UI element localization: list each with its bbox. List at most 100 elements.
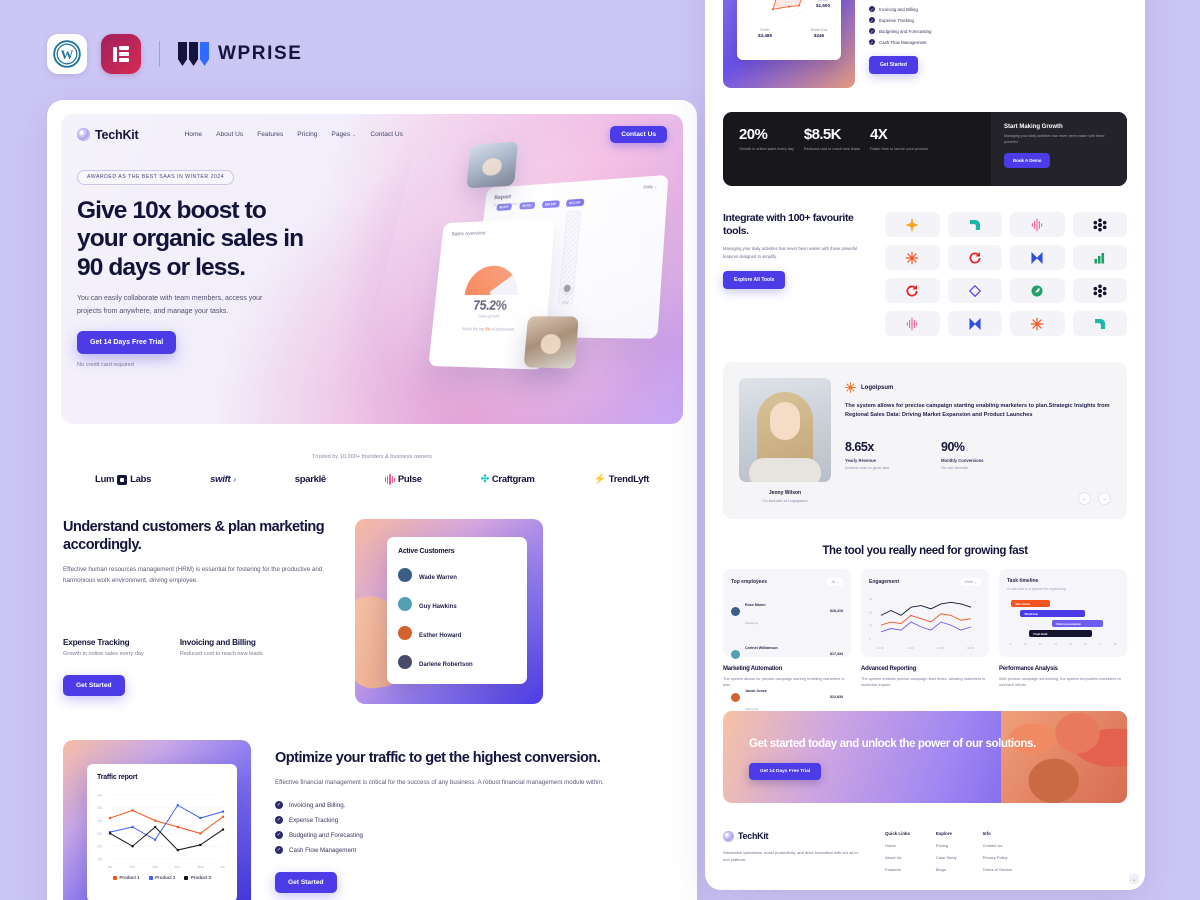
tool-title: Marketing Automation	[723, 666, 783, 672]
list-item[interactable]: Wade Warren	[398, 566, 516, 584]
pinterest-icon[interactable]: p	[755, 889, 764, 890]
logo-pulse: Pulse	[384, 474, 422, 485]
trusted-section: Trusted by 10,000+ founders & business o…	[47, 438, 697, 485]
tool-card-performance-analysis: Task timeline A calendar is a system for…	[999, 569, 1127, 689]
square-icon	[117, 474, 128, 485]
understand-section: Understand customers & plan marketing ac…	[47, 485, 697, 704]
stat-number: 20%	[739, 126, 768, 143]
integration-tile[interactable]	[947, 278, 1002, 303]
cta-trial-button[interactable]: Get 14 Days Free Trial	[749, 762, 822, 780]
footer-link[interactable]: Terms of Service	[983, 867, 1013, 872]
engagement-widget: Engagement Week ⌄ 90 60 30 0 10:00 11:00 01:00…	[861, 569, 989, 657]
prev-arrow-icon[interactable]: ←	[1078, 492, 1091, 505]
hero-paragraph: You can easily collaborate with team mem…	[77, 295, 263, 315]
footer-logo[interactable]: TechKit	[723, 830, 865, 842]
understand-cta-button[interactable]: Get Started	[63, 675, 125, 697]
footer-link[interactable]: Case Study	[936, 855, 957, 860]
check-icon: ✓	[275, 831, 283, 840]
site-logo[interactable]: TechKit	[77, 128, 139, 142]
footer-link[interactable]: Blogs	[936, 867, 957, 872]
tools-cards: Top employees All ⌄ Rose Maron Marketing …	[705, 557, 1145, 711]
integration-tile[interactable]	[885, 212, 940, 237]
footer-column-title: Quick Links	[885, 830, 910, 836]
nav-item-features[interactable]: Features	[257, 131, 283, 138]
nav-item-about[interactable]: About Us	[216, 131, 243, 138]
integration-tile[interactable]	[1010, 212, 1065, 237]
hero-section: TechKit Home About Us Features Pricing P…	[61, 114, 683, 424]
next-arrow-icon[interactable]: →	[1098, 492, 1111, 505]
wprise-logo-text: WPRISE	[218, 43, 303, 64]
gantt-bar: Client presentation	[1051, 620, 1104, 627]
footer-link[interactable]: Privacy Policy	[983, 855, 1013, 860]
hero-cta-button[interactable]: Get 14 Days Free Trial	[77, 330, 177, 354]
integration-tile[interactable]	[1072, 278, 1127, 303]
list-item[interactable]: Guy Hawkins	[398, 595, 516, 613]
tool-desc: The system enables precise campaign star…	[861, 676, 986, 688]
regions-cta-button[interactable]: Get Started	[869, 56, 918, 75]
radar-chart: Asia$1,400Africa$3,630Europe$1,600Middle…	[745, 0, 833, 52]
starburst-icon	[905, 251, 919, 264]
footer-link[interactable]: Pricing	[936, 843, 957, 848]
footer-link[interactable]: Features	[885, 867, 910, 872]
employee-name: Rose Maron	[745, 603, 766, 607]
scroll-indicator[interactable]: ⌄	[1129, 874, 1139, 884]
footer-link[interactable]: Home	[885, 843, 910, 848]
integration-tile[interactable]	[1010, 245, 1065, 270]
waveform-icon	[384, 474, 395, 485]
stat-desc: Faster time to launch your product	[870, 147, 928, 151]
integration-tile[interactable]	[1010, 278, 1065, 303]
x-icon[interactable]: 𝕏	[739, 889, 748, 890]
nav-contact-button[interactable]: Contact Us	[610, 126, 667, 143]
employee-name: Jacob Jones	[745, 689, 767, 693]
instagram-icon[interactable]: ▣	[771, 889, 780, 890]
integration-tile[interactable]	[1072, 245, 1127, 270]
widget-filter[interactable]: Week ⌄	[960, 578, 981, 586]
check-item: ✓ Cash Flow Management	[869, 39, 927, 46]
svg-text:May: May	[197, 865, 203, 869]
employee-row: Rose Maron Marketing $28,415	[731, 593, 843, 629]
nav-item-home[interactable]: Home	[185, 131, 203, 138]
traffic-title: Optimize your traffic to get the highest…	[275, 750, 601, 766]
site-navbar: TechKit Home About Us Features Pricing P…	[61, 114, 683, 143]
integration-tile[interactable]	[947, 311, 1002, 336]
footer-column-title: Explore	[935, 830, 952, 836]
traffic-cta-button[interactable]: Get Started	[275, 872, 337, 894]
employee-role: Marketing	[745, 621, 759, 625]
integration-tile[interactable]	[1010, 311, 1065, 336]
svg-text:600: 600	[97, 793, 103, 797]
check-icon: ✓	[869, 6, 875, 13]
list-item[interactable]: Esther Howard	[398, 624, 516, 642]
asterisk-node-icon	[1093, 284, 1107, 297]
widget-filter[interactable]: All ⌄	[827, 578, 843, 586]
footer-link[interactable]: About Us	[885, 855, 910, 860]
understand-copy: Understand customers & plan marketing ac…	[63, 519, 333, 704]
loop-arrow-icon	[969, 251, 981, 264]
radar-label: Europe $1,600	[815, 0, 831, 8]
check-item: ✓ Expense Tracking	[275, 816, 339, 825]
radar-label: Pacific $3,489	[757, 28, 773, 38]
explore-tools-button[interactable]: Explore All Tools	[723, 271, 786, 290]
avatar	[398, 568, 412, 582]
stat-sub: On our website	[941, 465, 968, 471]
integration-tile[interactable]	[885, 278, 940, 303]
integration-tile[interactable]	[885, 311, 940, 336]
testimonial-company-name: Logoipsum	[861, 384, 894, 391]
integration-tile[interactable]	[947, 245, 1002, 270]
book-demo-button[interactable]: Book A Demo	[1004, 153, 1051, 169]
stat-desc: Reduced cost to reach new leads	[803, 147, 861, 151]
nav-item-pages[interactable]: Pages ⌄	[331, 131, 356, 138]
nav-item-pricing[interactable]: Pricing	[297, 131, 317, 138]
svg-text:Jun: Jun	[220, 865, 225, 869]
integration-tile[interactable]	[947, 212, 1002, 237]
integration-tile[interactable]	[885, 245, 940, 270]
nav-item-contact[interactable]: Contact Us	[370, 131, 403, 138]
footer-link[interactable]: Contact Us	[983, 843, 1013, 848]
integration-tile[interactable]	[1072, 311, 1127, 336]
traffic-legend: Product 1 Product 2 Product 3	[97, 875, 227, 880]
integration-tile[interactable]	[1072, 212, 1127, 237]
list-item[interactable]: Darlene Robertson	[398, 653, 516, 671]
widget-title: Engagement	[869, 579, 900, 585]
facebook-icon[interactable]: f	[723, 889, 732, 890]
logo-swift: swift ›	[210, 474, 236, 485]
tools-heading: The tool you really need for growing fas…	[822, 545, 1028, 557]
